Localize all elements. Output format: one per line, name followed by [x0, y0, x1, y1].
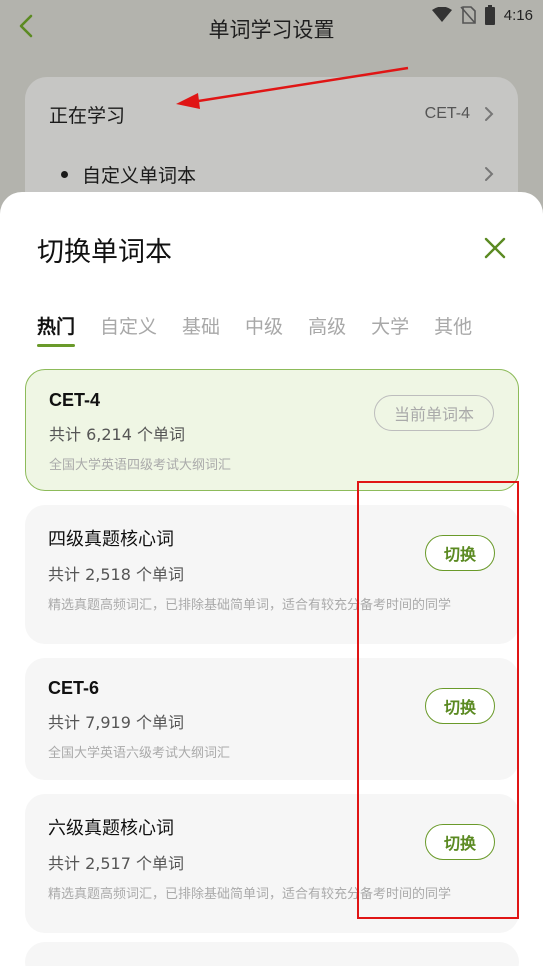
book-card-current[interactable]: CET-4 共计 6,214 个单词 全国大学英语四级考试大纲词汇 当前单词本 — [25, 369, 519, 491]
tab-custom[interactable]: 自定义 — [100, 312, 157, 339]
tab-advanced[interactable]: 高级 — [308, 312, 346, 339]
tab-other[interactable]: 其他 — [434, 312, 472, 339]
tab-college[interactable]: 大学 — [371, 312, 409, 339]
current-book-badge: 当前单词本 — [374, 395, 494, 431]
custom-book-label: 自定义单词本 — [82, 164, 197, 187]
custom-book-row[interactable]: 自定义单词本 — [49, 159, 494, 189]
chevron-right-icon — [485, 107, 494, 121]
close-icon[interactable] — [483, 236, 507, 260]
studying-value: CET-4 — [424, 105, 470, 122]
chevron-right-icon — [485, 167, 494, 181]
bullet-dot — [61, 170, 68, 178]
tab-basic[interactable]: 基础 — [182, 312, 220, 339]
category-tabs: 热门 自定义 基础 中级 高级 大学 其他 — [37, 312, 497, 347]
book-card-partial[interactable] — [25, 942, 519, 966]
tab-intermediate[interactable]: 中级 — [245, 312, 283, 339]
sheet-title: 切换单词本 — [37, 237, 172, 268]
highlight-box-annotation — [357, 481, 519, 919]
tab-hot[interactable]: 热门 — [37, 312, 76, 347]
book-description: 全国大学英语四级考试大纲词汇 — [49, 458, 232, 473]
arrow-annotation — [176, 66, 409, 109]
page-title: 单词学习设置 — [208, 18, 335, 42]
studying-label: 正在学习 — [49, 104, 126, 127]
